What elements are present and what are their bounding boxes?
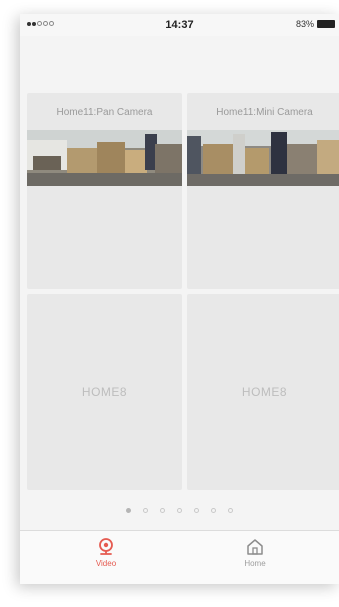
status-time: 14:37 <box>165 19 194 31</box>
page-dot[interactable] <box>177 508 182 513</box>
tab-home[interactable]: Home <box>195 531 315 584</box>
device-grid: Home11:Pan Camera Home11:Mini Camera HOM… <box>20 36 339 538</box>
device-tile[interactable]: HOME8 <box>187 294 339 490</box>
page-dot[interactable] <box>228 508 233 513</box>
tab-video[interactable]: Video <box>46 531 166 584</box>
tab-bar: Video Home <box>20 530 339 584</box>
page-dot[interactable] <box>194 508 199 513</box>
camera-tile-pan[interactable]: Home11:Pan Camera <box>27 93 182 289</box>
page-dot[interactable] <box>211 508 216 513</box>
page-dot[interactable] <box>160 508 165 513</box>
page-dot[interactable] <box>126 508 131 513</box>
status-bar: 14:37 83% <box>20 14 339 36</box>
device-tile[interactable]: HOME8 <box>27 294 182 490</box>
phone-frame: 14:37 83% Home11:Pan Camera Home11:Mini … <box>20 14 339 584</box>
camera-thumbnail <box>27 130 182 186</box>
battery-indicator: 83% <box>296 19 335 29</box>
camera-icon <box>99 538 113 555</box>
home-icon <box>247 539 263 555</box>
battery-icon <box>317 20 335 28</box>
device-name: HOME8 <box>81 385 128 399</box>
screen: 14:37 83% Home11:Pan Camera Home11:Mini … <box>0 0 339 607</box>
camera-tile-mini[interactable]: Home11:Mini Camera <box>187 93 339 289</box>
camera-title: Home11:Mini Camera <box>216 107 313 118</box>
camera-title: Home11:Pan Camera <box>56 107 153 118</box>
camera-thumbnail <box>187 130 339 186</box>
device-name: HOME8 <box>241 385 288 399</box>
tab-label: Home <box>244 559 266 568</box>
tab-label: Video <box>95 559 117 568</box>
page-indicator[interactable] <box>20 508 339 513</box>
page-dot[interactable] <box>143 508 148 513</box>
battery-percent: 83% <box>295 19 314 29</box>
